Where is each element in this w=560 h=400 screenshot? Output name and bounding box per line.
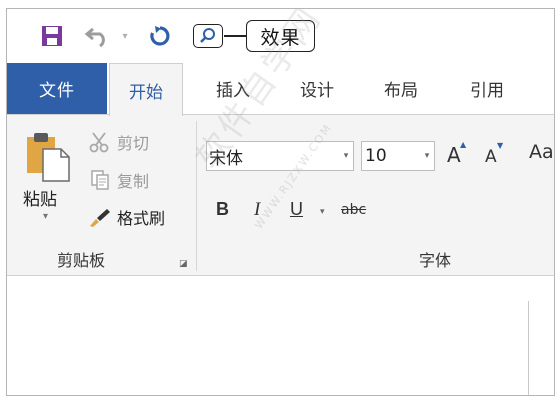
format-painter-label: 格式刷 bbox=[117, 209, 166, 228]
change-case-button[interactable]: Aa bbox=[529, 141, 554, 163]
callout-connector bbox=[224, 35, 247, 37]
chevron-down-icon[interactable]: ▾ bbox=[420, 142, 434, 170]
tab-file[interactable]: 文件 bbox=[7, 63, 107, 114]
tab-layout[interactable]: 布局 bbox=[365, 63, 437, 114]
copy-icon bbox=[87, 168, 113, 192]
group-separator bbox=[196, 121, 197, 271]
scissors-icon bbox=[87, 130, 113, 154]
paste-icon[interactable] bbox=[25, 129, 71, 183]
arrow-up-icon: ▲ bbox=[460, 140, 467, 149]
cut-label: 剪切 bbox=[117, 134, 150, 153]
paintbrush-icon bbox=[87, 205, 113, 229]
document-area[interactable] bbox=[7, 276, 554, 395]
font-size-dropdown[interactable]: 10 ▾ bbox=[361, 141, 435, 171]
font-group-label: 字体 bbox=[419, 251, 452, 270]
copy-label: 复制 bbox=[117, 172, 150, 191]
strikethrough-button[interactable]: abc bbox=[341, 202, 366, 218]
tab-references[interactable]: 引用 bbox=[451, 63, 523, 114]
underline-dropdown-icon[interactable]: ▾ bbox=[320, 207, 325, 217]
cut-button[interactable]: 剪切 bbox=[87, 129, 149, 155]
paste-button[interactable]: 粘贴 bbox=[23, 185, 57, 210]
save-icon[interactable] bbox=[37, 21, 67, 51]
chevron-down-icon[interactable]: ▾ bbox=[339, 142, 353, 170]
paste-dropdown-icon[interactable]: ▾ bbox=[43, 211, 48, 222]
redo-icon[interactable] bbox=[145, 21, 175, 51]
grow-font-label: A bbox=[447, 143, 461, 167]
ribbon-tab-bar: 文件 开始 插入 设计 布局 引用 bbox=[7, 63, 554, 116]
bold-button[interactable]: B bbox=[216, 199, 229, 220]
dialog-launcher-icon[interactable]: ◪ bbox=[179, 259, 189, 269]
page-edge bbox=[528, 301, 529, 395]
undo-icon[interactable] bbox=[83, 21, 113, 51]
search-icon[interactable] bbox=[193, 24, 223, 48]
tab-design[interactable]: 设计 bbox=[281, 63, 353, 114]
shrink-font-label: A bbox=[485, 147, 497, 167]
clipboard-group-label: 剪贴板 bbox=[57, 251, 106, 270]
arrow-down-icon: ▼ bbox=[497, 141, 504, 150]
format-painter-button[interactable]: 格式刷 bbox=[87, 204, 165, 230]
undo-dropdown-icon[interactable]: ▾ bbox=[119, 21, 131, 51]
font-size-value: 10 bbox=[365, 146, 387, 166]
underline-button[interactable]: U bbox=[290, 199, 303, 220]
callout-label: 效果 bbox=[246, 20, 315, 52]
copy-button[interactable]: 复制 bbox=[87, 167, 149, 193]
quick-access-toolbar: ▾ 效果 bbox=[7, 9, 554, 63]
shrink-font-button[interactable]: A ▼ bbox=[485, 141, 503, 167]
tab-home[interactable]: 开始 bbox=[109, 63, 183, 116]
font-name-dropdown[interactable]: 宋体 ▾ bbox=[206, 141, 354, 171]
app-window: ▾ 效果 文件 开始 插入 设计 布局 引用 粘贴 ▾ 剪切 复制 格式刷 剪贴… bbox=[6, 8, 555, 396]
font-name-value: 宋体 bbox=[209, 148, 243, 169]
tab-insert[interactable]: 插入 bbox=[197, 63, 269, 114]
grow-font-button[interactable]: A ▲ bbox=[447, 140, 466, 167]
